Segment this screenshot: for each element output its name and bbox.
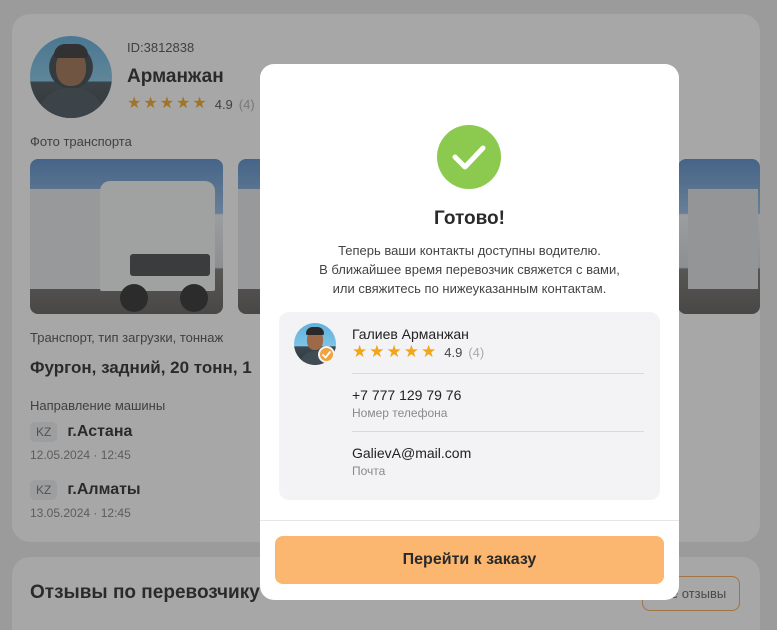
star-icon: ★ <box>403 342 419 361</box>
star-icon: ★ <box>421 342 437 361</box>
modal-message-line: или свяжитесь по нижеуказанным контактам… <box>332 281 607 296</box>
star-icon: ★ <box>386 342 402 361</box>
verified-icon <box>318 346 335 363</box>
divider <box>260 520 679 521</box>
email-label: Почта <box>352 464 386 478</box>
driver-rating: ★ ★ ★ ★ ★ 4.9 (4) <box>352 342 485 361</box>
modal-message-line: Теперь ваши контакты доступны водителю. <box>338 243 601 258</box>
rating-value: 4.9 <box>444 344 463 360</box>
driver-name: Галиев Арманжан <box>352 326 469 342</box>
go-to-order-button[interactable]: Перейти к заказу <box>275 536 664 584</box>
modal-title: Готово! <box>434 208 505 229</box>
phone-label: Номер телефона <box>352 406 448 420</box>
modal-message: Теперь ваши контакты доступны водителю. … <box>280 241 659 298</box>
rating-count: (4) <box>468 344 485 360</box>
star-icon: ★ <box>352 342 368 361</box>
contact-info-panel: Галиев Арманжан ★ ★ ★ ★ ★ 4.9 (4) +7 777… <box>279 312 660 500</box>
divider <box>352 373 644 374</box>
success-check-icon <box>437 125 501 189</box>
star-icon: ★ <box>369 342 385 361</box>
divider <box>352 431 644 432</box>
success-modal: Готово! Теперь ваши контакты доступны во… <box>260 64 679 600</box>
phone-number[interactable]: +7 777 129 79 76 <box>352 387 461 403</box>
email-address[interactable]: GalievA@mail.com <box>352 445 471 461</box>
modal-message-line: В ближайшее время перевозчик свяжется с … <box>319 262 620 277</box>
